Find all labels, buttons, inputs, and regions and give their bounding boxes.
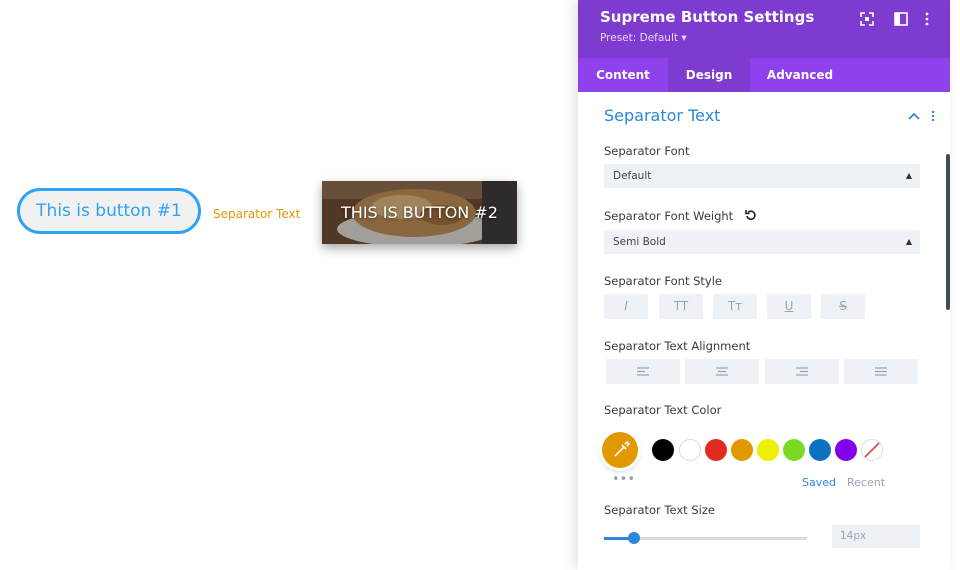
- capitalize-button[interactable]: Tт: [713, 294, 757, 319]
- button-2-label: THIS IS BUTTON #2: [341, 203, 498, 222]
- align-left-button[interactable]: [606, 359, 680, 384]
- swatch-black[interactable]: [652, 439, 674, 461]
- font-style-label: Separator Font Style: [604, 274, 723, 288]
- more-swatches-icon[interactable]: •••: [612, 472, 635, 487]
- color-picker-button[interactable]: [602, 432, 638, 468]
- align-justify-button[interactable]: [844, 359, 918, 384]
- italic-button[interactable]: I: [604, 294, 648, 319]
- button-1[interactable]: This is button #1: [17, 188, 201, 234]
- recent-colors-link[interactable]: Recent: [847, 476, 885, 489]
- no-color-icon: [864, 442, 880, 458]
- section-title[interactable]: Separator Text: [604, 106, 720, 125]
- chevron-up-icon[interactable]: [908, 112, 920, 120]
- no-color-swatch[interactable]: [861, 439, 883, 461]
- section-more-icon[interactable]: [931, 110, 935, 122]
- swatch-orange[interactable]: [731, 439, 753, 461]
- swatch-purple[interactable]: [835, 439, 857, 461]
- size-label: Separator Text Size: [604, 503, 715, 517]
- align-right-icon: [796, 367, 808, 376]
- color-label: Separator Text Color: [604, 403, 722, 417]
- font-label: Separator Font: [604, 144, 690, 158]
- align-center-icon: [716, 367, 728, 376]
- button-2[interactable]: THIS IS BUTTON #2: [322, 181, 517, 244]
- font-weight-select-value: Semi Bold: [613, 236, 666, 248]
- font-select-value: Default: [613, 170, 652, 182]
- font-weight-select[interactable]: Semi Bold ▲: [604, 230, 920, 254]
- tab-advanced[interactable]: Advanced: [750, 58, 850, 92]
- tab-bar: Content Design Advanced: [578, 58, 950, 92]
- split-view-icon[interactable]: [894, 11, 910, 27]
- size-input[interactable]: 14px: [832, 525, 920, 548]
- strikethrough-button[interactable]: S: [821, 294, 865, 319]
- align-center-button[interactable]: [685, 359, 759, 384]
- uppercase-button[interactable]: TT: [659, 294, 703, 319]
- preset-dropdown[interactable]: Preset: Default ▾: [600, 32, 687, 44]
- settings-panel: Supreme Button Settings Preset: Default …: [578, 0, 950, 570]
- alignment-label: Separator Text Alignment: [604, 339, 751, 353]
- font-weight-label-text: Separator Font Weight: [604, 209, 734, 223]
- panel-title: Supreme Button Settings: [600, 8, 815, 26]
- panel-scrollbar[interactable]: [946, 154, 950, 310]
- font-select[interactable]: Default ▲: [604, 164, 920, 188]
- fullscreen-icon[interactable]: [860, 11, 876, 27]
- align-right-button[interactable]: [765, 359, 839, 384]
- panel-header: Supreme Button Settings Preset: Default …: [578, 0, 950, 58]
- more-options-icon[interactable]: [924, 11, 940, 27]
- select-arrows-icon: ▲: [905, 237, 912, 246]
- underline-button[interactable]: U: [767, 294, 811, 319]
- separator-text: Separator Text: [213, 207, 301, 221]
- tab-content[interactable]: Content: [578, 58, 668, 92]
- align-left-icon: [637, 367, 649, 376]
- select-arrows-icon: ▲: [905, 171, 912, 180]
- tab-design[interactable]: Design: [668, 58, 750, 92]
- align-justify-icon: [875, 367, 887, 376]
- swatch-yellow[interactable]: [757, 439, 779, 461]
- font-weight-label: Separator Font Weight: [604, 209, 757, 223]
- swatch-white[interactable]: [679, 439, 701, 461]
- saved-colors-link[interactable]: Saved: [802, 476, 836, 489]
- swatch-blue[interactable]: [809, 439, 831, 461]
- swatch-red[interactable]: [705, 439, 727, 461]
- button-1-label: This is button #1: [36, 201, 182, 221]
- builder-canvas: This is button #1 Separator Text THIS IS…: [0, 0, 578, 570]
- eyedropper-icon: [614, 440, 631, 457]
- swatch-green[interactable]: [783, 439, 805, 461]
- reset-icon[interactable]: [745, 209, 757, 221]
